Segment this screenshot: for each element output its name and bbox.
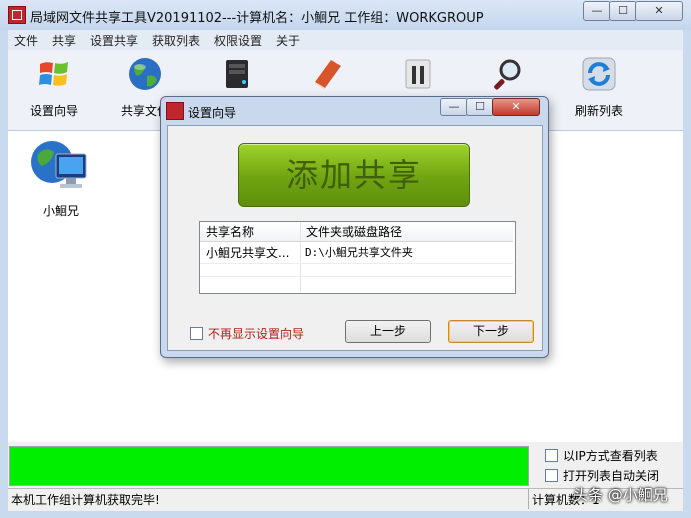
auto-close-option[interactable]: 打开列表自动关闭	[545, 467, 659, 484]
auto-close-checkbox[interactable]	[545, 469, 558, 482]
no-more-wizard-option[interactable]: 不再显示设置向导	[190, 325, 304, 342]
progress-bar	[9, 446, 529, 486]
ip-view-option[interactable]: 以IP方式查看列表	[545, 447, 658, 464]
window-title: 局域网文件共享工具V20191102---计算机名：小鮰兄 工作组：WORKGR…	[30, 11, 484, 26]
no-more-wizard-label: 不再显示设置向导	[208, 327, 305, 341]
column-header-share-name[interactable]: 共享名称	[200, 222, 300, 242]
dialog-maximize-button[interactable]: ☐	[466, 98, 494, 116]
add-share-label: 添加共享	[285, 156, 422, 194]
status-message: 本机工作组计算机获取完毕!	[11, 493, 160, 507]
menu-about[interactable]: 关于	[276, 32, 300, 49]
menu-share[interactable]: 共享	[52, 32, 76, 49]
menu-permissions[interactable]: 权限设置	[214, 32, 262, 49]
dialog-minimize-button[interactable]: —	[440, 98, 468, 116]
minimize-button[interactable]: —	[583, 1, 611, 21]
dialog-close-button[interactable]: ✕	[492, 98, 540, 116]
minimize-icon: —	[448, 100, 460, 113]
maximize-icon: ☐	[618, 4, 628, 17]
row-divider	[200, 276, 513, 277]
close-button[interactable]: ✕	[635, 1, 683, 21]
menu-set-share[interactable]: 设置共享	[90, 32, 138, 49]
watermark-text: 头条 @小鮰兄	[573, 486, 668, 504]
toolbar-label: 刷新列表	[574, 104, 623, 118]
server-icon	[226, 60, 248, 88]
app-icon	[8, 6, 26, 24]
setup-wizard-button[interactable]: 设置向导	[12, 56, 92, 124]
refresh-list-button[interactable]: 刷新列表	[557, 56, 637, 124]
row-divider	[200, 263, 513, 264]
dialog-title: 设置向导	[188, 106, 237, 120]
column-divider	[300, 222, 301, 291]
globe-icon	[129, 58, 161, 90]
previous-button[interactable]: 上一步	[345, 320, 431, 343]
menu-get-list[interactable]: 获取列表	[152, 32, 200, 49]
no-more-wizard-checkbox[interactable]	[190, 327, 203, 340]
auto-close-label: 打开列表自动关闭	[563, 469, 660, 483]
ip-view-label: 以IP方式查看列表	[563, 449, 658, 463]
windows-logo-icon	[39, 62, 68, 86]
computer-name[interactable]: 小鮰兄	[43, 202, 79, 219]
toolbar-label: 设置向导	[29, 104, 78, 118]
maximize-button[interactable]: ☐	[609, 1, 637, 21]
magnifier-icon	[494, 59, 521, 90]
table-cell-path[interactable]: D:\小鮰兄共享文件夹	[305, 243, 510, 263]
minimize-icon: —	[591, 4, 603, 17]
status-divider	[528, 489, 529, 509]
add-share-button[interactable]: 添加共享	[238, 143, 470, 207]
table-cell-share-name[interactable]: 小鮰兄共享文...	[206, 243, 298, 263]
refresh-icon	[582, 57, 616, 91]
tools-icon	[405, 59, 431, 89]
dialog-app-icon	[166, 102, 184, 120]
book-icon	[315, 60, 341, 90]
maximize-icon: ☐	[475, 100, 485, 113]
network-computer-icon[interactable]	[30, 136, 90, 194]
next-button[interactable]: 下一步	[448, 320, 534, 343]
ip-view-checkbox[interactable]	[545, 449, 558, 462]
menu-file[interactable]: 文件	[14, 32, 38, 49]
close-icon: ✕	[654, 4, 664, 17]
close-icon: ✕	[511, 100, 521, 113]
column-header-path[interactable]: 文件夹或磁盘路径	[301, 222, 513, 242]
